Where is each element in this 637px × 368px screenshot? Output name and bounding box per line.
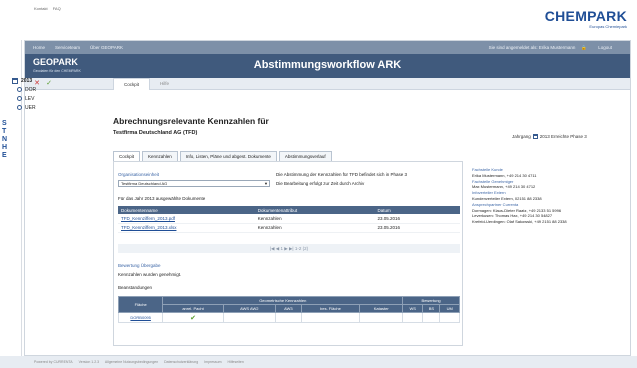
group-bewertung: Bewertung bbox=[402, 296, 460, 305]
col-anrel-pacht: anrel. Pacht bbox=[162, 304, 224, 313]
chevron-down-icon: ▼ bbox=[264, 181, 268, 186]
tab-info-listen[interactable]: Info, Listen, Pläne und abgest. Dokument… bbox=[179, 151, 277, 161]
top-links: Kontakt FAQ bbox=[34, 6, 65, 11]
nav-ueber-geopark[interactable]: Über GEOPARK bbox=[90, 45, 123, 50]
footer-item: Version 1.2.3 bbox=[78, 360, 100, 364]
app-title: Abstimmungsworkflow ARK bbox=[253, 59, 402, 71]
col-aws-aw2: AWS AW2 bbox=[222, 304, 276, 313]
col-flaeche: Fläche bbox=[117, 296, 164, 313]
bewertung-label: Bewertung Übergabe bbox=[118, 263, 161, 268]
footer-link[interactable]: Datenschutzerklärung bbox=[164, 360, 198, 364]
col-kataster: Kataster bbox=[359, 304, 404, 313]
logged-in-user: Sie sind angemeldet als: Erika Musterman… bbox=[488, 45, 576, 50]
toolbar: ✕ ✓ Cockpit Hilfe bbox=[25, 78, 630, 90]
top-link-faq[interactable]: FAQ bbox=[53, 6, 61, 11]
lock-icon: 🔒 bbox=[581, 44, 587, 50]
bewertung-text: Kennzahlen wurden genehmigt. bbox=[118, 272, 182, 277]
toolbar-tabs: Cockpit Hilfe bbox=[113, 78, 179, 90]
col-aw3: AW3 bbox=[274, 304, 302, 313]
footer: Powered by CURRENTA Version 1.2.3 Allgem… bbox=[0, 356, 637, 368]
tree-item-dor[interactable]: DOR bbox=[12, 85, 36, 94]
col-um: UM bbox=[439, 304, 460, 313]
documents-header: Dokumentenname Dokumentenattribut Datum bbox=[118, 206, 460, 214]
documents-table: Dokumentenname Dokumentenattribut Datum … bbox=[118, 206, 460, 233]
logout-button[interactable]: 🔒 Logout bbox=[581, 45, 622, 51]
tab-cockpit[interactable]: Cockpit bbox=[113, 78, 151, 90]
check-icon: ✔ bbox=[190, 314, 196, 322]
footer-link[interactable]: Impressum bbox=[204, 360, 221, 364]
radio-icon bbox=[17, 96, 22, 101]
app-header: GEOPARK Geodaten für den CHEMPARK Abstim… bbox=[25, 54, 630, 78]
footer-item: Powered by CURRENTA bbox=[34, 360, 73, 364]
check-icon[interactable]: ✓ bbox=[45, 80, 53, 88]
org-select[interactable]: Testfirma Deutschland AG ▼ bbox=[118, 180, 270, 187]
tab-abstimmungsverlauf[interactable]: Abstimmungsverlauf bbox=[278, 151, 332, 161]
kennzahlen-table: Fläche Geometrische Kennzahlen Bewertung… bbox=[117, 296, 460, 323]
radio-icon bbox=[17, 87, 22, 92]
col-dokumentenname[interactable]: Dokumentenname bbox=[118, 206, 255, 214]
tab-cockpit-inner[interactable]: Cockpit bbox=[113, 151, 141, 161]
calendar-icon bbox=[12, 77, 18, 84]
cockpit-panel: Organisationseinheit Testfirma Deutschla… bbox=[113, 161, 463, 346]
nav-home[interactable]: Home bbox=[33, 45, 45, 50]
year-tree: 2013 DOR LEV UER bbox=[12, 76, 36, 112]
table-pager[interactable]: |◀ ◀ 1 ▶ ▶| 1-2 (2) bbox=[118, 244, 460, 253]
doc-link-xlsx[interactable]: TFD_Kennziffern_2013.xlsx bbox=[121, 225, 176, 230]
footer-link[interactable]: Allgemeine Nutzungsbedingungen bbox=[105, 360, 158, 364]
jahrgang-info: Jahrgang 2013 Erreichte Phase 3 bbox=[512, 134, 587, 139]
tab-kennzahlen[interactable]: Kennzahlen bbox=[142, 151, 178, 161]
nav-serviceteam[interactable]: Serviceteam bbox=[55, 45, 80, 50]
group-geometrische-kennzahlen: Geometrische Kennzahlen bbox=[162, 296, 404, 305]
beanstandungen-label: Beanstandungen bbox=[118, 285, 153, 290]
content-tabs: Cockpit Kennzahlen Info, Listen, Pläne u… bbox=[113, 151, 334, 161]
col-bes-flaeche: bes. Fläche bbox=[300, 304, 361, 313]
col-ws: WS bbox=[402, 304, 424, 313]
page-subtitle: Testfirma Deutschland AG (TFD) bbox=[113, 130, 198, 136]
flaeche-link[interactable]: DORB0095 bbox=[130, 315, 150, 320]
top-link-kontakt[interactable]: Kontakt bbox=[34, 6, 48, 11]
brand-sub: Europas Chemiepark bbox=[589, 24, 627, 29]
chempark-logo[interactable]: CHEMPARK Europas Chemiepark bbox=[545, 8, 627, 29]
tree-item-lev[interactable]: LEV bbox=[12, 94, 36, 103]
doc-link-pdf[interactable]: TFD_Kennziffern_2013.pdf bbox=[121, 216, 175, 221]
table-row: DORB0095 ✔ bbox=[117, 312, 460, 323]
top-bar: Kontakt FAQ CHEMPARK Europas Chemiepark bbox=[0, 0, 637, 40]
table-row: TFD_Kennziffern_2013.pdf Kennzahlen 23.0… bbox=[118, 214, 460, 224]
footer-link[interactable]: Hilfeseiten bbox=[227, 360, 243, 364]
table-row: TFD_Kennziffern_2013.xlsx Kennzahlen 23.… bbox=[118, 223, 460, 233]
tree-year[interactable]: 2013 bbox=[12, 76, 36, 85]
tree-item-uer[interactable]: UER bbox=[12, 103, 36, 112]
docs-heading: Für das Jahr 2013 ausgewählte Dokumente bbox=[118, 196, 206, 201]
main-nav: Home Serviceteam Über GEOPARK Sie sind a… bbox=[25, 41, 630, 54]
calendar-icon[interactable] bbox=[532, 134, 538, 139]
brand-name: CHEMPARK bbox=[544, 8, 627, 24]
bearbeitung-text: Die Bearbeitung erfolgt zur Zeit durch A… bbox=[276, 181, 365, 186]
radio-icon bbox=[17, 105, 22, 110]
phase-text: Die Abstimmung der Kennzahlen für TFD be… bbox=[276, 172, 407, 177]
doc-date: 23.05.2016 bbox=[374, 214, 460, 224]
doc-attr: Kennzahlen bbox=[254, 223, 375, 233]
side-logo: S T N H E bbox=[2, 120, 8, 159]
tab-hilfe[interactable]: Hilfe bbox=[150, 78, 179, 90]
contact-line: Krefeld-Uerdingen: Olaf Sakowski, +49 21… bbox=[472, 219, 567, 225]
page-title: Abrechnungsrelevante Kennzahlen für bbox=[113, 116, 269, 126]
col-dokumentenattribut[interactable]: Dokumentenattribut bbox=[254, 206, 375, 214]
col-bs: BS bbox=[422, 304, 441, 313]
doc-date: 23.05.2016 bbox=[374, 223, 460, 233]
col-datum[interactable]: Datum bbox=[374, 206, 460, 214]
doc-attr: Kennzahlen bbox=[254, 214, 375, 224]
contacts-panel: Fachstelle Kunde Erika Mustermann, +49 21… bbox=[472, 167, 622, 225]
org-label: Organisationseinheit bbox=[118, 172, 160, 177]
